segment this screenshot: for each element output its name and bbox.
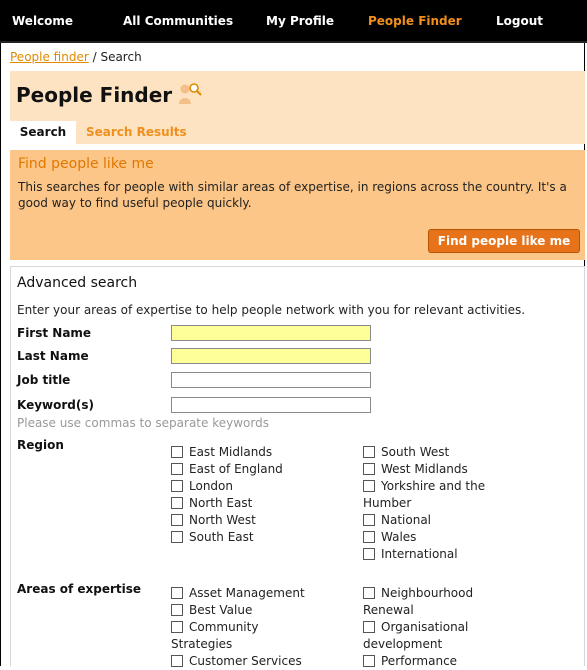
checkbox[interactable]: [363, 655, 375, 667]
areas-of-expertise-label: Areas of expertise: [17, 582, 142, 596]
expertise-option[interactable]: Performance: [363, 653, 503, 670]
first-name-input[interactable]: [171, 325, 371, 341]
expertise-option[interactable]: Asset Management: [171, 585, 321, 602]
advanced-search-panel: Advanced search Enter your areas of expe…: [10, 266, 585, 668]
expertise-option[interactable]: Best Value: [171, 602, 321, 619]
nav-welcome[interactable]: Welcome: [12, 14, 73, 28]
page-title: People Finder: [16, 83, 173, 107]
expertise-option[interactable]: Organisational development: [363, 619, 503, 653]
top-nav: Welcome All Communities My Profile Peopl…: [0, 0, 587, 43]
checkbox[interactable]: [363, 531, 375, 543]
last-name-input[interactable]: [171, 348, 371, 364]
expertise-list-col1: Asset Management Best Value Community St…: [171, 585, 321, 670]
expertise-list-col2: Neighbourhood Renewal Organisational dev…: [363, 585, 503, 670]
checkbox[interactable]: [363, 548, 375, 560]
expertise-option[interactable]: Customer Services: [171, 653, 321, 670]
checkbox[interactable]: [171, 514, 183, 526]
breadcrumb-separator: /: [88, 50, 101, 64]
breadcrumb: People finder / Search: [10, 50, 142, 64]
breadcrumb-current: Search: [100, 50, 142, 64]
page-header: People Finder Search Search Results: [10, 71, 585, 144]
checkbox[interactable]: [171, 531, 183, 543]
checkbox[interactable]: [171, 446, 183, 458]
checkbox[interactable]: [171, 480, 183, 492]
find-like-me-description: This searches for people with similar ar…: [18, 180, 567, 210]
checkbox[interactable]: [363, 587, 375, 599]
region-option[interactable]: North East: [171, 495, 351, 512]
region-option[interactable]: Wales: [363, 529, 513, 546]
checkbox[interactable]: [171, 655, 183, 667]
nav-logout[interactable]: Logout: [496, 14, 543, 28]
find-like-me-panel: Find people like me This searches for pe…: [10, 150, 585, 260]
checkbox[interactable]: [363, 463, 375, 475]
keywords-label: Keyword(s): [17, 398, 94, 412]
find-like-me-heading: Find people like me: [18, 156, 154, 172]
region-list-col1: East Midlands East of England London Nor…: [171, 444, 351, 546]
region-option[interactable]: South East: [171, 529, 351, 546]
region-option[interactable]: International: [363, 546, 513, 563]
last-name-label: Last Name: [17, 349, 89, 363]
breadcrumb-link-people-finder[interactable]: People finder: [10, 50, 89, 64]
job-title-input[interactable]: [171, 372, 371, 388]
checkbox[interactable]: [171, 587, 183, 599]
keywords-hint: Please use commas to separate keywords: [17, 416, 269, 430]
region-option[interactable]: Yorkshire and the Humber: [363, 478, 513, 512]
first-name-label: First Name: [17, 326, 92, 340]
checkbox[interactable]: [363, 446, 375, 458]
region-option[interactable]: East Midlands: [171, 444, 351, 461]
person-search-icon: [179, 83, 202, 104]
tab-search-results[interactable]: Search Results: [86, 121, 187, 144]
advanced-search-intro: Enter your areas of expertise to help pe…: [17, 303, 526, 317]
tab-search[interactable]: Search: [10, 121, 76, 144]
region-list-col2: South West West Midlands Yorkshire and t…: [363, 444, 513, 563]
checkbox[interactable]: [171, 621, 183, 633]
region-option[interactable]: West Midlands: [363, 461, 513, 478]
expertise-option[interactable]: Neighbourhood Renewal: [363, 585, 503, 619]
nav-people-finder[interactable]: People Finder: [368, 14, 462, 28]
region-option[interactable]: National: [363, 512, 513, 529]
checkbox[interactable]: [171, 463, 183, 475]
region-label: Region: [17, 438, 64, 452]
checkbox[interactable]: [363, 621, 375, 633]
checkbox[interactable]: [171, 497, 183, 509]
region-option[interactable]: North West: [171, 512, 351, 529]
checkbox[interactable]: [363, 480, 375, 492]
checkbox[interactable]: [363, 514, 375, 526]
job-title-label: Job title: [17, 373, 71, 387]
checkbox[interactable]: [171, 604, 183, 616]
nav-my-profile[interactable]: My Profile: [266, 14, 334, 28]
nav-all-communities[interactable]: All Communities: [123, 14, 233, 28]
region-option[interactable]: London: [171, 478, 351, 495]
expertise-option[interactable]: Community Strategies: [171, 619, 321, 653]
keywords-input[interactable]: [171, 397, 371, 413]
advanced-search-heading: Advanced search: [17, 275, 138, 291]
region-option[interactable]: East of England: [171, 461, 351, 478]
find-people-like-me-button[interactable]: Find people like me: [428, 229, 580, 253]
region-option[interactable]: South West: [363, 444, 513, 461]
